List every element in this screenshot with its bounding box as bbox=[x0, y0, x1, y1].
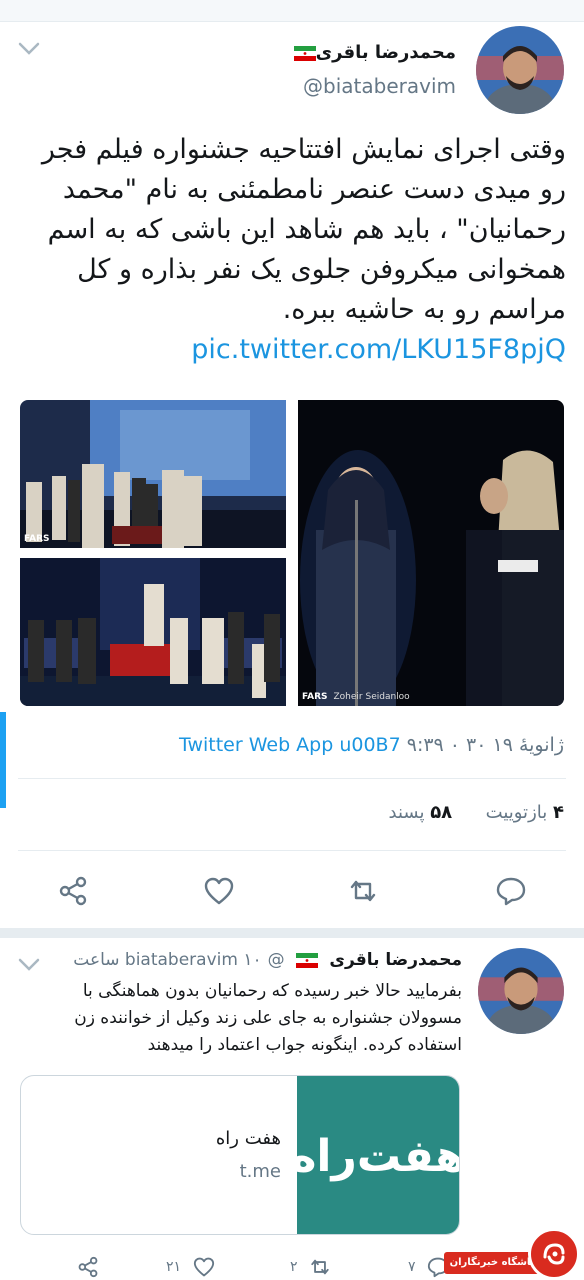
top-strip bbox=[0, 0, 584, 22]
watermark: باشگاه خبرنگاران bbox=[444, 1228, 584, 1280]
photo-3[interactable]: FARS Zoheir Seidanloo bbox=[298, 400, 564, 706]
like-icon[interactable] bbox=[202, 874, 236, 908]
chevron-down-icon[interactable] bbox=[18, 42, 40, 56]
like-icon bbox=[193, 1257, 214, 1277]
reply-icon[interactable] bbox=[494, 874, 528, 908]
photo-agency: FARS bbox=[302, 692, 328, 702]
timestamp: ۹:۳۹ ۰ ۳۰ ژانویهٔ ۱۹ bbox=[406, 734, 564, 756]
second-tweet-text: بفرمایید حالا خبر رسیده که رحمانیان بدون… bbox=[74, 981, 462, 1055]
card-thumbnail-logo: هفت‌راه bbox=[290, 1130, 460, 1182]
watermark-logo-icon bbox=[528, 1228, 580, 1280]
card-thumbnail: هفت‌راه bbox=[290, 1076, 459, 1234]
retweet-action[interactable]: ۲ bbox=[290, 1255, 332, 1280]
photo-2[interactable] bbox=[20, 558, 286, 706]
like-label[interactable]: پسند bbox=[389, 802, 425, 823]
watermark-label: باشگاه خبرنگاران bbox=[444, 1252, 540, 1274]
reply-count: ۷ bbox=[408, 1259, 416, 1275]
divider bbox=[18, 778, 566, 779]
retweet-count[interactable]: ۴ bbox=[553, 802, 564, 823]
tweet-meta: Twitter Web App u00B7 ۹:۳۹ ۰ ۳۰ ژانویهٔ … bbox=[179, 734, 564, 756]
tweet-stats: ۴ بازتوییت ۵۸ پسند bbox=[389, 802, 565, 823]
like-count: ۲۱ bbox=[166, 1259, 182, 1275]
share-icon[interactable] bbox=[56, 874, 90, 908]
iran-flag-icon bbox=[293, 45, 316, 61]
retweet-count: ۲ bbox=[290, 1259, 298, 1275]
retweet-icon[interactable] bbox=[346, 874, 380, 908]
second-tweet-header: محمدرضا باقری @biataberavim ۱۰ ساعت bbox=[73, 950, 462, 970]
tweet-text: وقتی اجرای نمایش افتتاحیه جشنواره فیلم ف… bbox=[18, 130, 566, 370]
card-domain: t.me bbox=[239, 1161, 281, 1182]
handle[interactable]: @biataberavim bbox=[303, 74, 456, 98]
photo-photographer: Zoheir Seidanloo bbox=[333, 692, 410, 702]
photo-credit: FARS bbox=[24, 534, 50, 544]
share-icon bbox=[78, 1256, 98, 1278]
photo-1[interactable]: FARS bbox=[20, 400, 286, 548]
like-action[interactable]: ۲۱ bbox=[166, 1255, 216, 1280]
avatar[interactable] bbox=[478, 948, 564, 1034]
retweet-icon bbox=[311, 1259, 329, 1275]
link-card[interactable]: هفت‌راه هفت راه t.me bbox=[20, 1075, 460, 1235]
display-name[interactable]: محمدرضا باقری bbox=[329, 950, 462, 970]
iran-flag-icon bbox=[296, 952, 319, 968]
display-name[interactable]: محمدرضا باقری bbox=[286, 42, 456, 63]
card-title: هفت راه bbox=[215, 1128, 281, 1149]
avatar[interactable] bbox=[476, 26, 564, 114]
tweet-body: وقتی اجرای نمایش افتتاحیه جشنواره فیلم ف… bbox=[41, 134, 566, 325]
scroll-indicator bbox=[0, 712, 6, 808]
chevron-down-icon[interactable] bbox=[18, 958, 40, 972]
display-name-text: محمدرضا باقری bbox=[315, 42, 456, 63]
tweet-link[interactable]: pic.twitter.com/LKU15F8pjQ bbox=[191, 334, 566, 365]
via-app-link[interactable]: Twitter Web App u00B7 bbox=[179, 734, 401, 756]
photo-agency: FARS bbox=[24, 534, 50, 544]
retweet-label[interactable]: بازتوییت bbox=[486, 802, 548, 823]
like-count[interactable]: ۵۸ bbox=[430, 802, 452, 823]
share-action[interactable] bbox=[76, 1255, 100, 1280]
section-divider bbox=[0, 928, 584, 938]
divider bbox=[18, 850, 566, 851]
photo-credit: FARS Zoheir Seidanloo bbox=[302, 692, 410, 702]
